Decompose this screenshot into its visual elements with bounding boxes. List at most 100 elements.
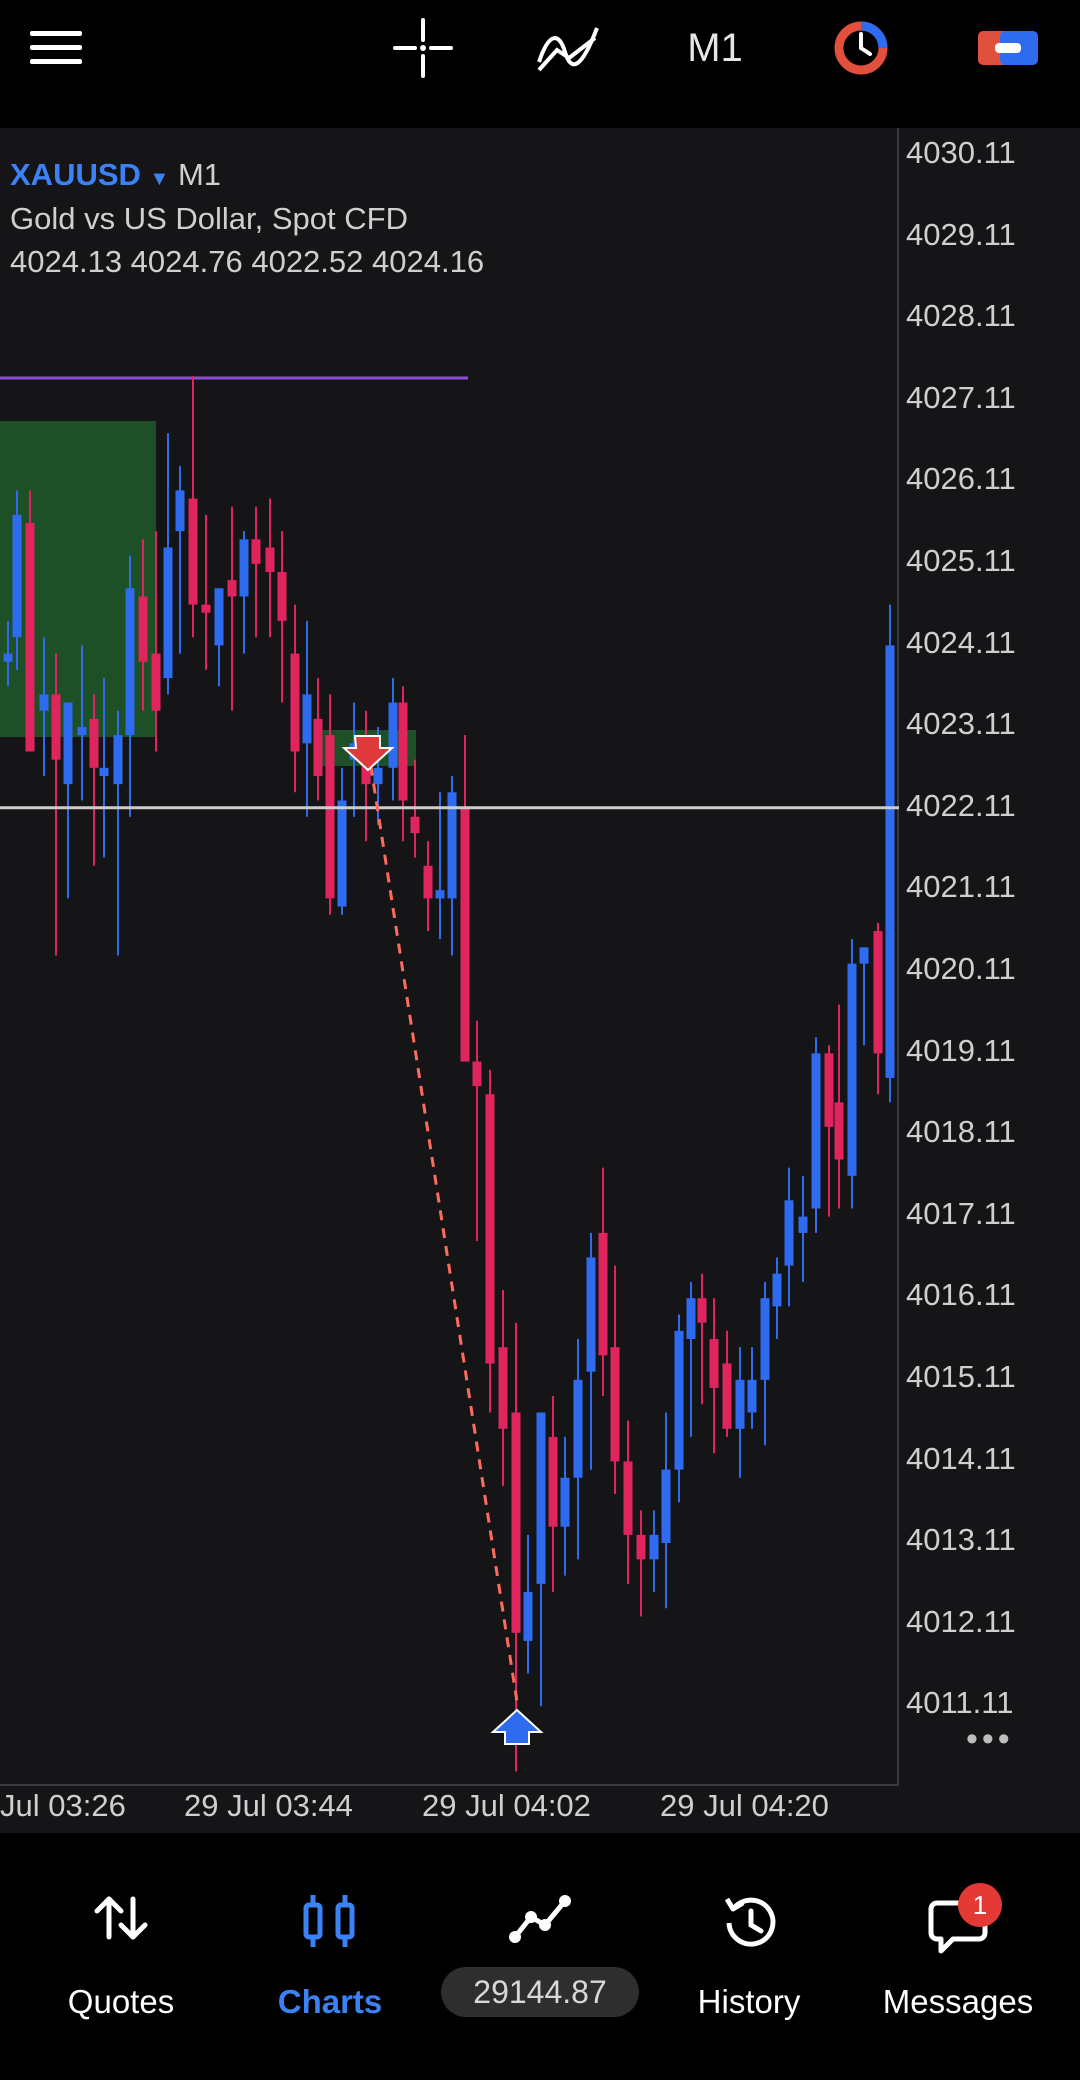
indicators-icon[interactable] bbox=[535, 0, 601, 96]
candle-body bbox=[686, 1298, 696, 1340]
more-icon[interactable]: ••• bbox=[966, 1720, 1014, 1759]
messages-badge: 1 bbox=[958, 1883, 1002, 1927]
price-axis-label: 4014.11 bbox=[906, 1440, 1016, 1476]
time-axis-label: 29 Jul 04:20 bbox=[660, 1788, 829, 1823]
time-axis-label: 29 Jul 04:02 bbox=[422, 1788, 591, 1823]
price-axis-label: 4030.11 bbox=[906, 135, 1016, 170]
candle-body bbox=[722, 1363, 732, 1429]
candle-body bbox=[423, 865, 433, 899]
candle-body bbox=[277, 571, 287, 621]
candle-body bbox=[325, 735, 335, 899]
candle-body bbox=[536, 1412, 546, 1584]
candle-body bbox=[265, 547, 275, 572]
trade-icon[interactable] bbox=[975, 0, 1041, 96]
candle-body bbox=[12, 514, 22, 638]
candle-body bbox=[811, 1053, 821, 1209]
candle-body bbox=[649, 1534, 659, 1560]
candle-body bbox=[760, 1298, 770, 1380]
candle-body bbox=[623, 1461, 633, 1535]
candle-body bbox=[138, 596, 148, 662]
candle-body bbox=[511, 1412, 521, 1633]
nav-trade[interactable] bbox=[432, 1833, 648, 2080]
nav-history[interactable]: History bbox=[641, 1833, 857, 2080]
candle-body bbox=[251, 539, 261, 564]
price-axis-label: 4012.11 bbox=[906, 1603, 1016, 1639]
candle-body bbox=[201, 604, 211, 613]
timeframe-button[interactable]: M1 bbox=[680, 0, 750, 96]
price-axis-label: 4028.11 bbox=[906, 298, 1016, 334]
candle-body bbox=[548, 1436, 558, 1527]
price-axis-label: 4029.11 bbox=[906, 216, 1016, 252]
buy-arrow-icon bbox=[490, 1708, 544, 1745]
one-click-trading-icon[interactable] bbox=[830, 0, 892, 96]
timeframe-label: M1 bbox=[687, 25, 743, 70]
candle-body bbox=[610, 1347, 620, 1462]
history-icon bbox=[641, 1893, 857, 1953]
price-axis-label: 4020.11 bbox=[906, 951, 1016, 986]
candle-body bbox=[586, 1257, 596, 1372]
time-axis-label: Jul 03:26 bbox=[0, 1788, 126, 1823]
candle-body bbox=[560, 1477, 570, 1527]
candle-body bbox=[873, 931, 883, 1054]
price-axis-label: 4027.11 bbox=[906, 379, 1016, 415]
nav-quotes[interactable]: Quotes bbox=[13, 1833, 229, 2080]
price-axis-label: 4022.11 bbox=[906, 787, 1016, 823]
nav-label: History bbox=[697, 1983, 801, 2020]
trade-chart-icon bbox=[432, 1893, 648, 1953]
candle-body bbox=[573, 1379, 583, 1478]
top-toolbar: M1 bbox=[0, 0, 1080, 96]
candle-body bbox=[302, 694, 312, 744]
candle-body bbox=[39, 694, 49, 711]
candle-body bbox=[125, 588, 135, 736]
candle-body bbox=[313, 718, 323, 776]
nav-label: Messages bbox=[882, 1983, 1034, 2020]
candle-body bbox=[89, 718, 99, 768]
candle-body bbox=[99, 767, 109, 776]
candle-body bbox=[460, 808, 470, 1062]
candle-body bbox=[498, 1347, 508, 1429]
symbol-info: XAUUSD ▼ M1 Gold vs US Dollar, Spot CFD … bbox=[10, 156, 484, 284]
nav-label: Charts bbox=[277, 1983, 383, 2020]
candle-body bbox=[163, 547, 173, 679]
candle-body bbox=[214, 588, 224, 646]
candle-body bbox=[824, 1053, 834, 1127]
candle-body bbox=[661, 1469, 671, 1544]
symbol-name[interactable]: XAUUSD bbox=[10, 157, 141, 192]
bottom-navigation: Quotes Charts 29144.87 History Messages … bbox=[0, 1833, 1080, 2080]
price-axis-label: 4013.11 bbox=[906, 1522, 1016, 1558]
symbol-description: Gold vs US Dollar, Spot CFD bbox=[10, 201, 408, 236]
symbol-dropdown-icon[interactable]: ▼ bbox=[150, 168, 170, 190]
menu-icon[interactable] bbox=[20, 0, 92, 96]
candle-body bbox=[472, 1061, 482, 1087]
candle-body bbox=[847, 963, 857, 1176]
crosshair-icon[interactable] bbox=[390, 0, 456, 96]
candle-body bbox=[598, 1232, 608, 1356]
charts-icon bbox=[222, 1893, 438, 1953]
candle-body bbox=[239, 539, 249, 597]
candle-body bbox=[77, 727, 87, 736]
candle-body bbox=[435, 890, 445, 899]
candle-body bbox=[151, 653, 161, 711]
candle-body bbox=[3, 653, 13, 662]
time-axis-label: 29 Jul 03:44 bbox=[184, 1788, 353, 1823]
candle-body bbox=[188, 498, 198, 605]
price-axis-label: 4015.11 bbox=[906, 1359, 1016, 1394]
balance-pill[interactable]: 29144.87 bbox=[441, 1967, 639, 2017]
quotes-icon bbox=[13, 1893, 229, 1953]
price-axis-label: 4011.11 bbox=[906, 1685, 1014, 1721]
ohlc-values: 4024.13 4024.76 4022.52 4024.16 bbox=[10, 244, 485, 279]
candle-body bbox=[113, 735, 123, 785]
chart-area[interactable]: XAUUSD ▼ M1 Gold vs US Dollar, Spot CFD … bbox=[0, 128, 1080, 1833]
candle-body bbox=[175, 490, 185, 532]
chart-timeframe: M1 bbox=[177, 157, 222, 192]
price-axis-label: 4017.11 bbox=[906, 1195, 1016, 1231]
candle-body bbox=[485, 1094, 495, 1364]
candle-body bbox=[885, 645, 895, 1078]
candle-body bbox=[798, 1216, 808, 1233]
candle-body bbox=[735, 1379, 745, 1429]
candle-body bbox=[410, 816, 420, 834]
candle-body bbox=[227, 580, 237, 597]
nav-messages[interactable]: Messages bbox=[850, 1833, 1066, 2080]
price-axis-label: 4025.11 bbox=[906, 543, 1016, 578]
nav-charts[interactable]: Charts bbox=[222, 1833, 438, 2080]
